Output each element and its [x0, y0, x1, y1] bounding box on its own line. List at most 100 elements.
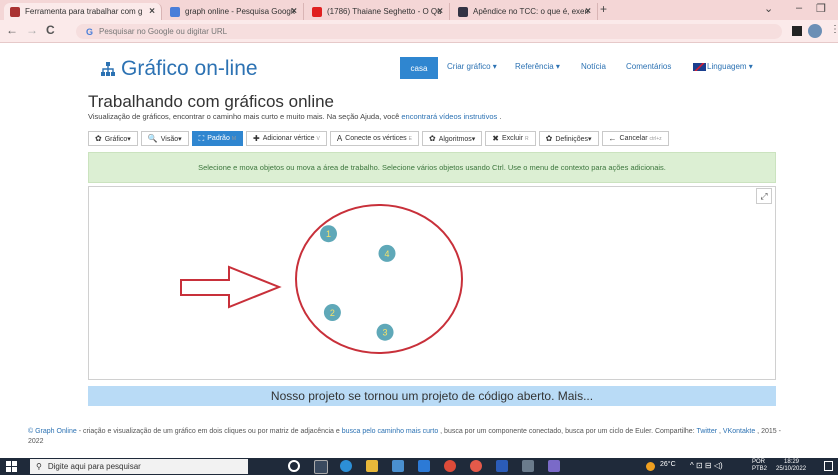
taskbar-search-input[interactable]: ⚲ Digite aqui para pesquisar [30, 459, 248, 474]
youtube-favicon [312, 6, 322, 17]
footer: © Graph Online - criação e visualização … [28, 427, 788, 447]
toolbar-button-label: Padrão [207, 135, 230, 142]
windows-start-icon[interactable] [6, 461, 17, 472]
fullscreen-button[interactable]: ⤢ [756, 188, 772, 204]
vertex-label: 3 [383, 328, 388, 338]
tab-search-icon[interactable]: ⌄ [764, 2, 773, 15]
uk-flag-icon [693, 63, 706, 71]
nav-language[interactable]: Linguagem ▾ [707, 62, 753, 71]
weather-temp[interactable]: 26°C [660, 461, 676, 468]
toolbar-button-label: Adicionar vértice [262, 135, 315, 142]
word-icon[interactable] [496, 460, 508, 472]
clock-time[interactable]: 18:29 [784, 459, 799, 465]
footer-text-2: , busca por um componente conectado, bus… [438, 428, 697, 435]
browser-tab-label: (1786) Thaiane Seghetto - O Qu [327, 7, 441, 16]
back-icon[interactable]: ← [6, 23, 18, 37]
subtitle-end: . [497, 112, 502, 121]
toolbar-button[interactable]: ✿ Definições▾ [538, 131, 599, 146]
graph-online-favicon [10, 6, 20, 17]
nav-reference[interactable]: Referência ▾ [515, 62, 560, 71]
page-title: Trabalhando com gráficos online [88, 92, 335, 111]
file-explorer-icon[interactable] [366, 460, 378, 472]
browser-tab-label: Apêndice no TCC: o que é, exem [473, 7, 589, 16]
browser-tab-label: Ferramenta para trabalhar com g [25, 7, 143, 16]
sidepanel-icon[interactable] [792, 26, 802, 36]
vertex-label: 4 [384, 249, 389, 259]
toolbar-shortcut: M [231, 135, 237, 142]
footer-vkontakte-link[interactable]: VKontakte [723, 428, 755, 435]
task-view-icon[interactable] [314, 460, 328, 474]
toolbar-icon: ✖ [492, 134, 499, 143]
close-tab-icon[interactable]: × [149, 6, 155, 17]
toolbar-button[interactable]: A Conecte os vértices E [329, 131, 419, 146]
toolbar-button[interactable]: ✿ Algoritmos▾ [421, 131, 483, 146]
maximize-button[interactable]: ❐ [816, 2, 826, 15]
new-tab-button[interactable]: + [600, 2, 607, 16]
nav-comments[interactable]: Comentários [626, 62, 671, 71]
nav-news[interactable]: Notícia [581, 62, 606, 71]
app-icon[interactable] [522, 460, 534, 472]
site-favicon [458, 6, 468, 17]
google-favicon [170, 6, 180, 17]
toolbar-button[interactable]: ✖ Excluir R [485, 131, 536, 146]
mail-icon[interactable] [418, 460, 430, 472]
close-tab-icon[interactable]: × [291, 6, 297, 17]
toolbar-icon: ✿ [95, 134, 102, 143]
close-tab-icon[interactable]: × [585, 6, 591, 17]
site-logo-text: Gráfico on-line [121, 57, 258, 80]
toolbar-button[interactable]: 🔍 Visão▾ [140, 131, 189, 146]
weather-icon [646, 462, 655, 471]
toolbar-button[interactable]: ✚ Adicionar vértice V [246, 131, 327, 146]
footer-text-1: - criação e visualização de um gráfico e… [76, 428, 342, 435]
toolbar-button-label: Algoritmos▾ [438, 135, 476, 143]
app2-icon[interactable] [548, 460, 560, 472]
footer-twitter-link[interactable]: Twitter [696, 428, 717, 435]
chrome-icon[interactable] [444, 460, 456, 472]
nav-create-graph[interactable]: Criar gráfico ▾ [447, 62, 497, 71]
graph-vertex[interactable]: 2 [323, 304, 341, 321]
toolbar-button[interactable]: ✿ Gráfico▾ [88, 131, 138, 146]
site-logo[interactable]: Gráfico on-line [100, 57, 258, 81]
instructive-videos-link[interactable]: encontrará vídeos instrutivos [401, 112, 497, 121]
browser-tab-label: graph online - Pesquisa Google [185, 7, 295, 16]
cortana-icon[interactable] [288, 460, 300, 472]
minimize-button[interactable]: – [796, 2, 802, 14]
graph-canvas[interactable]: 1 4 2 3 [88, 186, 776, 380]
store-icon[interactable] [392, 460, 404, 472]
graph-vertex[interactable]: 4 [378, 244, 396, 262]
graph-vertex[interactable]: 3 [376, 323, 394, 341]
profile-avatar[interactable] [808, 24, 822, 38]
taskbar-search-placeholder: Digite aqui para pesquisar [47, 462, 141, 471]
toolbar-button-label: Cancelar [619, 135, 648, 142]
address-input[interactable]: G Pesquisar no Google ou digitar URL [76, 24, 782, 39]
browser-tab[interactable]: graph online - Pesquisa Google × [164, 3, 304, 20]
toolbar-button[interactable]: ← Cancelar ctrl+z [601, 131, 669, 146]
forward-icon[interactable]: → [26, 23, 38, 37]
toolbar-button-label: Gráfico▾ [104, 135, 131, 143]
close-tab-icon[interactable]: × [437, 6, 443, 17]
clock-date[interactable]: 25/10/2022 [776, 466, 806, 472]
tray-icons[interactable]: ^ ⊡ ⊟ ◁) [690, 461, 723, 470]
reload-icon[interactable]: C [46, 23, 55, 37]
browser-tab[interactable]: Ferramenta para trabalhar com g × [4, 3, 162, 20]
footer-graph-online-link[interactable]: © Graph Online [28, 428, 77, 435]
graph-vertex[interactable]: 1 [320, 225, 337, 243]
toolbar-icon: ✿ [545, 134, 553, 143]
toolbar-icon: ⛶ [198, 133, 205, 143]
language-indicator[interactable]: POR PTB2 [752, 459, 772, 473]
toolbar-button[interactable]: ⛶ Padrão M [191, 131, 244, 146]
browser-tab[interactable]: (1786) Thaiane Seghetto - O Qu × [306, 3, 450, 20]
nav-home[interactable]: casa [400, 57, 438, 79]
help-alert: Selecione e mova objetos ou mova a área … [88, 152, 776, 183]
chrome-profile-icon[interactable] [470, 460, 482, 472]
graph-logo-icon [101, 62, 115, 76]
footer-shortest-path-link[interactable]: busca pelo caminho mais curto [342, 428, 439, 435]
notification-icon[interactable] [824, 461, 833, 471]
toolbar-shortcut: ctrl+z [649, 135, 662, 142]
browser-tab[interactable]: Apêndice no TCC: o que é, exem × [452, 3, 598, 20]
toolbar-button-label: Conecte os vértices [345, 135, 407, 142]
open-source-banner[interactable]: Nosso projeto se tornou um projeto de có… [88, 386, 776, 406]
edge-icon[interactable] [340, 460, 352, 472]
menu-icon[interactable]: ⋮ [830, 24, 838, 35]
graph-canvas-svg: 1 4 2 3 [180, 204, 463, 354]
